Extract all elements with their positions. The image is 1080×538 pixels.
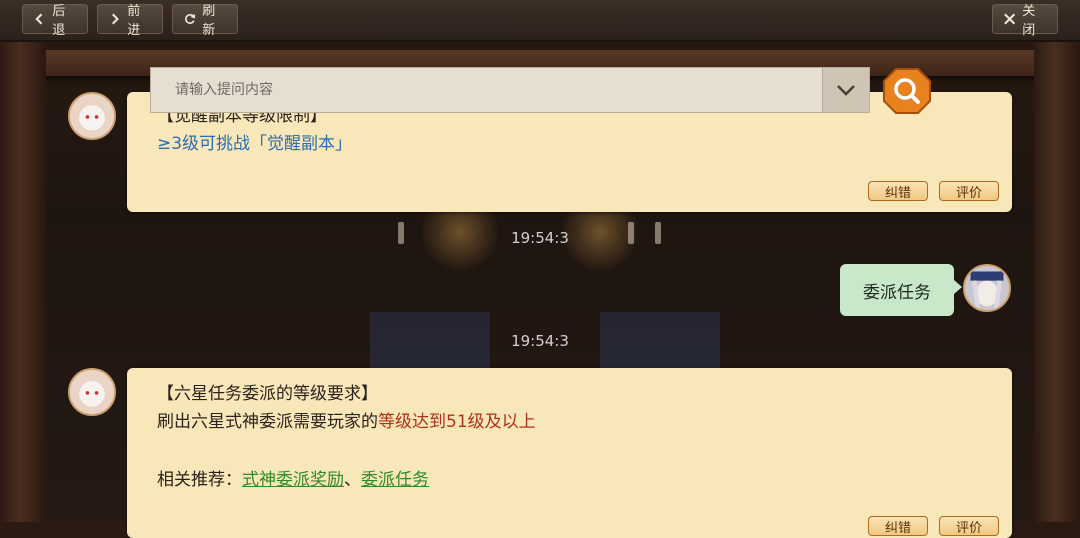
paper-charm [655,222,661,244]
report-error-button[interactable]: 纠错 [868,516,928,536]
search-button[interactable] [882,67,932,115]
related-link-dispatch-reward[interactable]: 式神委派奖励 [242,470,344,490]
window-pane [370,312,490,372]
user-avatar [963,264,1011,312]
window-pane [600,312,720,372]
assistant-avatar [68,92,116,140]
right-pillar [1034,42,1080,522]
report-error-button[interactable]: 纠错 [868,181,928,201]
assistant-avatar [68,368,116,416]
timestamp: 19:54:3 [511,229,569,247]
timestamp: 19:54:3 [511,332,569,350]
chevron-down-icon [837,85,855,96]
refresh-label: 刷新 [202,4,216,38]
close-label: 关闭 [1022,4,1036,38]
related-recommendations: 相关推荐：式神委派奖励、委派任务 [157,466,429,494]
answer-title: 【六星任务委派的等级要求】 [157,384,378,404]
answer-line: ≥3级可挑战「觉醒副本」 [157,134,353,154]
paper-charm [628,222,634,244]
search-bar [150,67,870,113]
answer-line: 刷出六星式神委派需要玩家的等级达到51级及以上 [157,408,536,436]
refresh-button[interactable]: 刷新 [172,4,238,38]
user-message-text: 委派任务 [863,282,931,303]
search-input[interactable] [151,68,823,112]
user-message-bubble: 委派任务 [840,264,962,316]
answer-highlight: 等级达到51级及以上 [378,412,536,432]
chevron-right-icon [112,13,119,25]
related-prefix: 相关推荐： [157,470,242,490]
close-icon [1004,13,1016,25]
top-toolbar: 后退 前进 刷新 关闭 [0,0,1080,42]
left-pillar [0,42,46,522]
related-separator: 、 [344,470,361,490]
paper-charm [398,222,404,244]
refresh-icon [185,14,196,24]
chevron-left-icon [35,13,43,25]
forward-label: 前进 [127,4,141,38]
answer-bubble-2: 【六星任务委派的等级要求】 刷出六星式神委派需要玩家的等级达到51级及以上 相关… [127,368,1012,538]
close-button[interactable]: 关闭 [992,4,1058,38]
dropdown-button[interactable] [822,68,869,112]
rate-button[interactable]: 评价 [939,516,999,536]
forward-button[interactable]: 前进 [97,4,163,38]
back-label: 后退 [52,4,66,38]
rate-button[interactable]: 评价 [939,181,999,201]
back-button[interactable]: 后退 [22,4,88,38]
related-link-dispatch-task[interactable]: 委派任务 [361,470,429,490]
answer-line-prefix: 刷出六星式神委派需要玩家的 [157,412,378,432]
